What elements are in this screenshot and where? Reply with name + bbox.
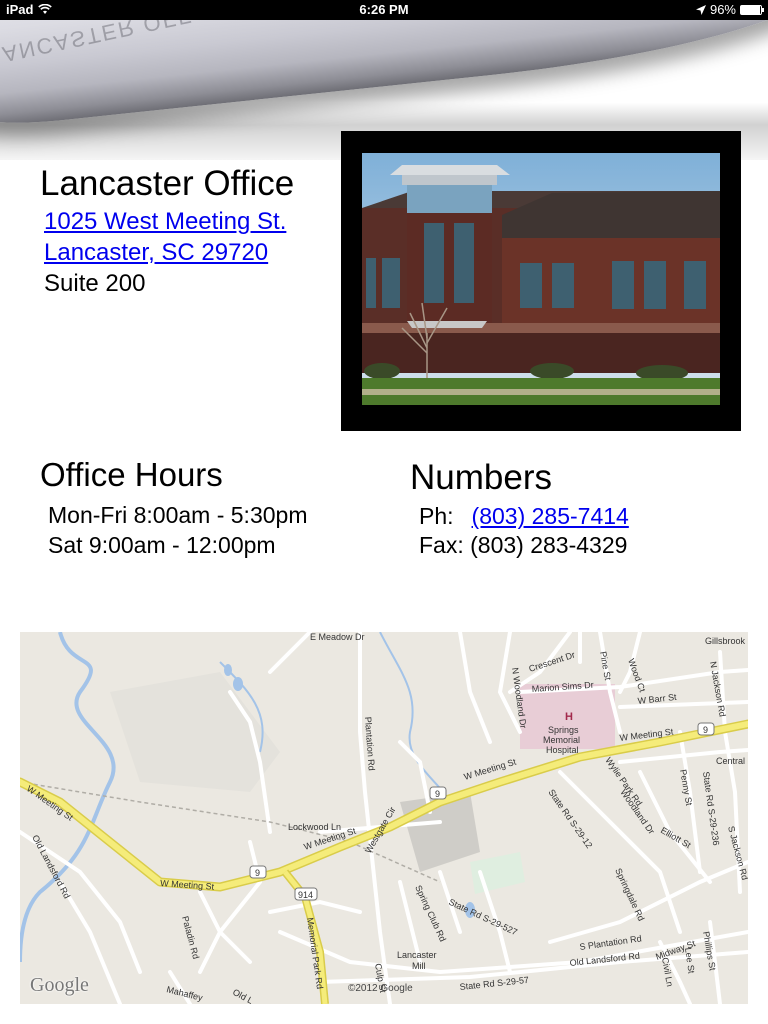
status-bar: iPad 6:26 PM 96%: [0, 0, 768, 20]
svg-text:9: 9: [703, 725, 708, 735]
hours-title: Office Hours: [40, 456, 223, 493]
svg-text:9: 9: [255, 868, 260, 878]
hours-weekday: Mon-Fri 8:00am - 5:30pm: [48, 502, 308, 528]
phone-label: Ph:: [419, 503, 454, 529]
fax-number: (803) 283-4329: [470, 532, 628, 558]
map-label-e-meadow: E Meadow Dr: [310, 632, 365, 642]
route-9-shield-a: 9: [429, 786, 447, 800]
phone-link[interactable]: (803) 285-7414: [472, 503, 629, 529]
svg-text:914: 914: [298, 890, 313, 900]
map-label-hospital-2: Memorial: [543, 735, 580, 745]
location-map[interactable]: E Meadow Dr Crescent Dr Wood Ct Pine St …: [20, 632, 748, 1004]
route-9-shield-c: 9: [249, 865, 267, 879]
map-label-gillsbrook: Gillsbrook: [705, 636, 746, 646]
address-line2-link[interactable]: Lancaster, SC 29720: [44, 239, 268, 267]
map-copyright: ©2012 Google: [348, 983, 413, 994]
status-time: 6:26 PM: [359, 2, 409, 17]
office-building-image: [362, 153, 720, 405]
svg-text:9: 9: [435, 789, 440, 799]
map-label-hospital-1: Springs: [548, 725, 579, 735]
fax-row: Fax: (803) 283-4329: [419, 532, 627, 559]
battery-percent: 96%: [709, 2, 736, 17]
phone-row: Ph: (803) 285-7414: [419, 503, 629, 530]
map-canvas[interactable]: E Meadow Dr Crescent Dr Wood Ct Pine St …: [20, 632, 748, 1004]
google-logo: Google: [30, 974, 89, 996]
map-label-hospital-3: Hospital: [546, 745, 579, 755]
curl-reversed-text: LANCASTER OFF: [0, 20, 196, 71]
address-line1-link[interactable]: 1025 West Meeting St.: [44, 208, 286, 236]
map-label-central: Central: [716, 756, 745, 766]
map-label-lancaster-mill-1: Lancaster: [397, 950, 437, 960]
status-right: 96%: [695, 2, 764, 17]
route-9-shield-b: 9: [697, 722, 715, 736]
suite: Suite 200: [44, 270, 146, 297]
office-title: Lancaster Office: [40, 164, 295, 203]
hospital-marker[interactable]: H: [565, 711, 573, 723]
battery-icon: [740, 4, 764, 15]
map-label-lancaster-mill-2: Mill: [412, 961, 426, 971]
numbers-title: Numbers: [410, 458, 552, 497]
map-label-lockwood: Lockwood Ln: [288, 822, 341, 832]
office-photo-frame: [341, 131, 741, 431]
hours-saturday: Sat 9:00am - 12:00pm: [48, 532, 276, 558]
route-914-shield: 914: [294, 887, 318, 901]
office-photo: [362, 153, 720, 405]
battery-fill: [741, 5, 761, 14]
location-arrow-icon: [695, 4, 706, 15]
fax-label: Fax:: [419, 532, 464, 558]
